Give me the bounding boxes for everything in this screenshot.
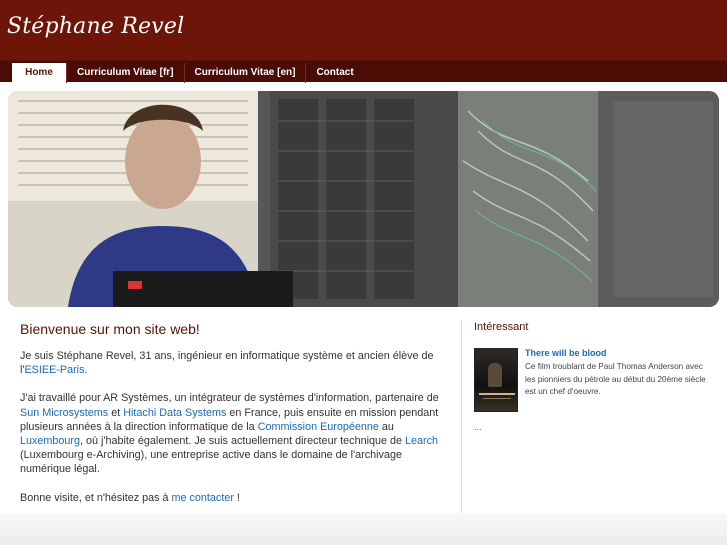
sidebar: Intéressant There will be blood Ce film … [474,321,714,432]
closing-text: Bonne visite, et n'hésitez pas à [20,491,172,504]
intro-paragraph: Je suis Stéphane Revel, 31 ans, ingénieu… [20,349,450,377]
career-text: et [108,406,124,419]
closing-paragraph: Bonne visite, et n'hésitez pas à me cont… [20,491,450,505]
nav-contact[interactable]: Contact [306,63,363,83]
site-title: Stéphane Revel [7,14,185,39]
nav-cv-fr[interactable]: Curriculum Vitae [fr] [67,63,185,83]
movie-poster[interactable] [474,348,518,412]
poster-title-mark [479,393,515,395]
career-text: (Luxembourg e-Archiving), une entreprise… [20,449,402,476]
career-text: au [378,420,394,433]
movie-entry: There will be blood Ce film troublant de… [525,348,715,399]
intro-text: . [84,364,88,377]
nav-home[interactable]: Home [12,63,67,83]
site-header: Stéphane Revel [0,0,727,60]
nav-bar: Home Curriculum Vitae [fr] Curriculum Vi… [0,60,727,83]
career-paragraph: J'ai travaillé pour AR Systèmes, un inté… [20,391,450,476]
more-link[interactable]: ... [474,422,482,432]
footer-band [0,513,727,545]
career-text: , où j'habite également. Je suis actuell… [80,435,405,448]
main-nav: Home Curriculum Vitae [fr] Curriculum Vi… [12,63,364,83]
main-content: Bienvenue sur mon site web! Je suis Stép… [20,321,450,519]
luxembourg-link[interactable]: Luxembourg [20,435,80,447]
movie-description: Ce film troublant de Paul Thomas Anderso… [525,362,706,396]
closing-text: ! [233,491,240,504]
welcome-heading: Bienvenue sur mon site web! [20,321,200,337]
commission-link[interactable]: Commission Européenne [258,421,379,433]
sun-link[interactable]: Sun Microsystems [20,407,108,419]
career-text: J'ai travaillé pour AR Systèmes, un inté… [20,392,439,405]
sidebar-title: Intéressant [474,321,529,333]
contact-link[interactable]: me contacter [172,492,234,504]
hero-photo [8,91,719,307]
esiee-link[interactable]: ESIEE-Paris [24,364,84,376]
learch-link[interactable]: Learch [405,435,438,447]
poster-figure [488,363,502,387]
movie-title-link[interactable]: There will be blood [525,348,715,358]
column-divider [461,320,462,545]
nav-cv-en[interactable]: Curriculum Vitae [en] [185,63,307,83]
hero-illustration [8,91,719,307]
hitachi-link[interactable]: Hitachi Data Systems [123,407,226,419]
poster-subtitle-mark [483,398,511,399]
